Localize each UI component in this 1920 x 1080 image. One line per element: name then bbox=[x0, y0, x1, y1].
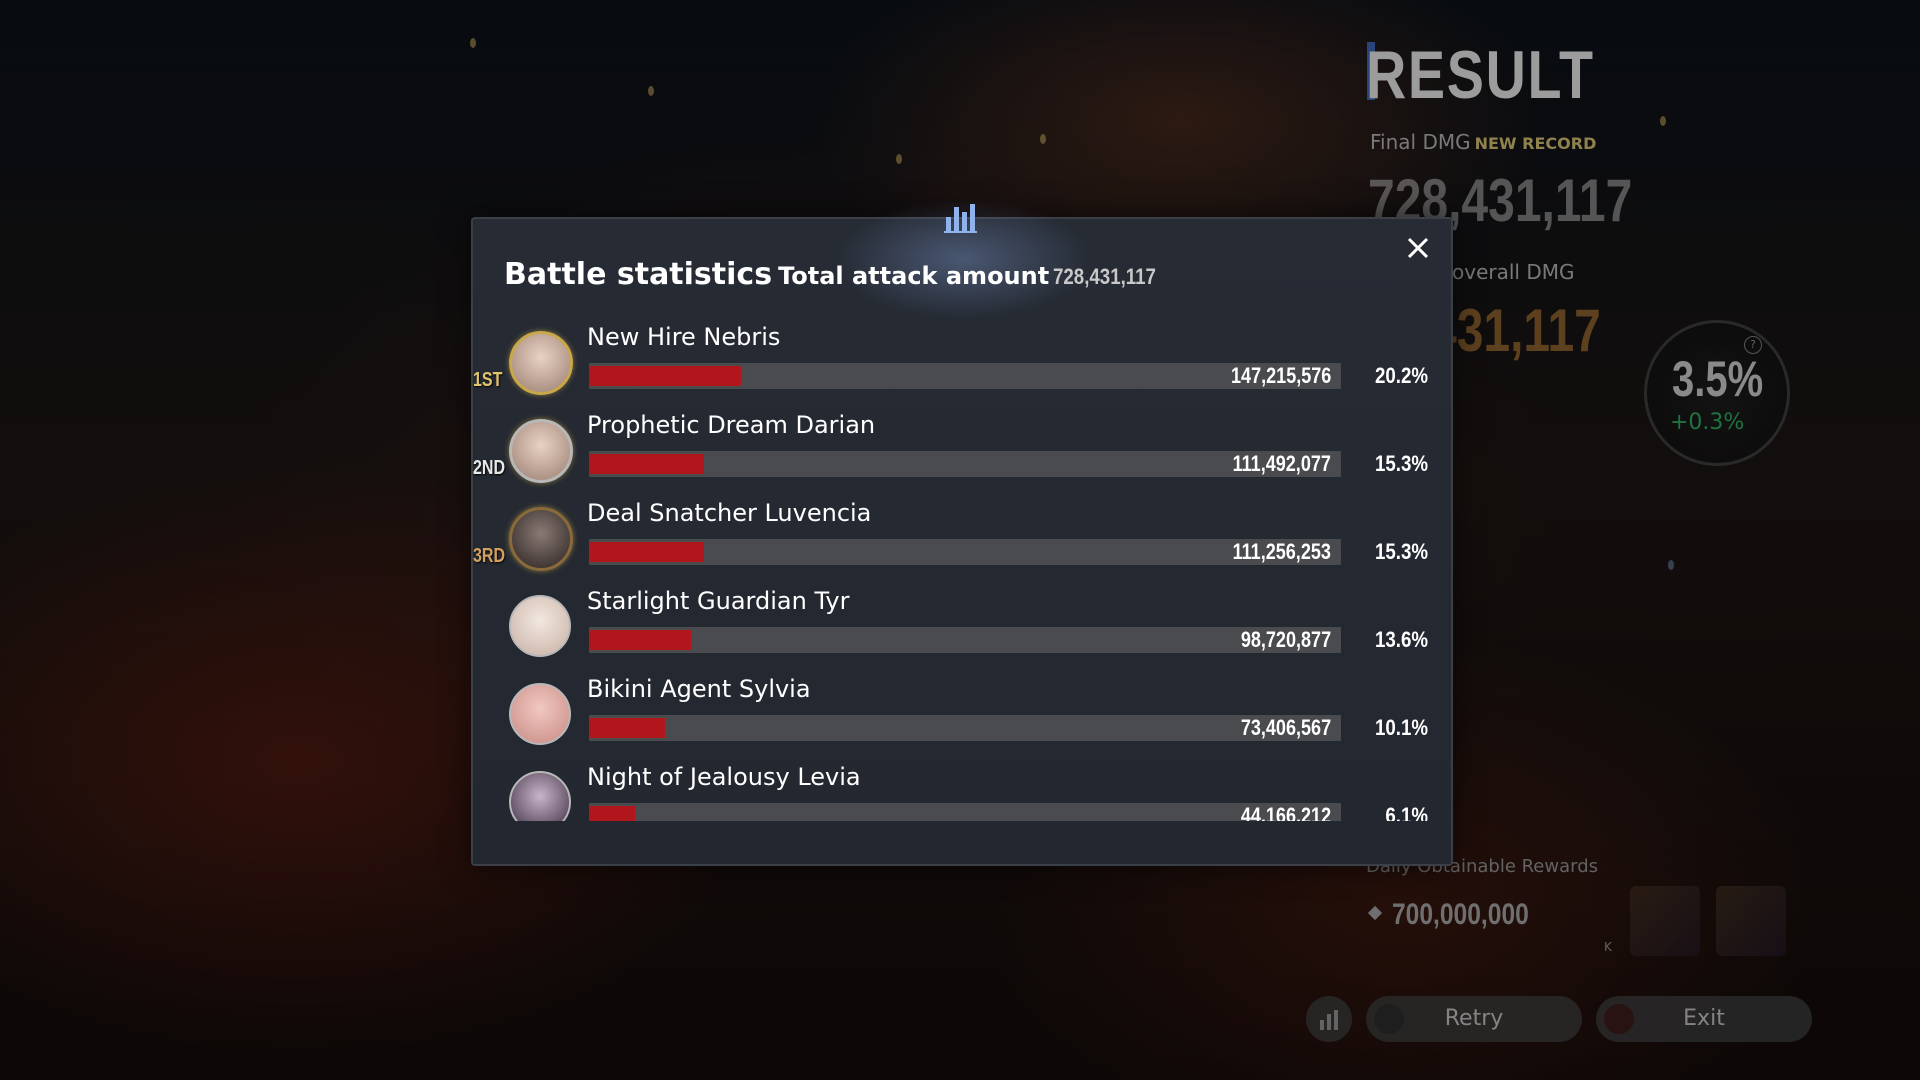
damage-bar: 73,406,567 bbox=[589, 715, 1341, 741]
damage-value: 147,215,576 bbox=[1230, 363, 1331, 388]
damage-bar-fill bbox=[589, 806, 635, 821]
damage-value: 111,492,077 bbox=[1232, 451, 1331, 476]
modal-total: 728,431,117 bbox=[1053, 264, 1157, 289]
damage-row[interactable]: 2ND Prophetic Dream Darian 111,492,077 1… bbox=[473, 411, 1451, 499]
damage-value: 44,166,212 bbox=[1240, 803, 1331, 821]
damage-percent: 10.1% bbox=[1374, 715, 1428, 740]
unit-name: New Hire Nebris bbox=[587, 323, 781, 351]
rank-badge: 3RD bbox=[473, 545, 506, 567]
unit-name: Prophetic Dream Darian bbox=[587, 411, 876, 439]
modal-title: Battle statistics Total attack amount 728,… bbox=[504, 257, 1174, 292]
avatar bbox=[509, 683, 571, 745]
rank-badge: 1ST bbox=[473, 369, 503, 391]
damage-bar-fill bbox=[589, 366, 741, 386]
damage-percent: 15.3% bbox=[1374, 451, 1428, 476]
damage-percent: 13.6% bbox=[1374, 627, 1428, 652]
bar-chart-icon bbox=[944, 204, 977, 233]
damage-value: 111,256,253 bbox=[1232, 539, 1331, 564]
damage-bar: 111,256,253 bbox=[589, 539, 1341, 565]
damage-percent: 6.1% bbox=[1385, 803, 1428, 821]
avatar bbox=[509, 595, 571, 657]
damage-bar-fill bbox=[589, 454, 705, 474]
modal-subtitle: Total attack amount bbox=[778, 262, 1050, 290]
damage-percent: 20.2% bbox=[1374, 363, 1428, 388]
damage-row[interactable]: Night of Jealousy Levia 44,166,212 6.1% bbox=[473, 763, 1451, 821]
damage-bar: 147,215,576 bbox=[589, 363, 1341, 389]
damage-row[interactable]: Bikini Agent Sylvia 73,406,567 10.1% bbox=[473, 675, 1451, 763]
damage-bar: 44,166,212 bbox=[589, 803, 1341, 821]
avatar bbox=[509, 419, 573, 483]
damage-bar-fill bbox=[589, 630, 692, 650]
unit-name: Starlight Guardian Tyr bbox=[587, 587, 850, 615]
avatar bbox=[509, 771, 571, 821]
damage-value: 73,406,567 bbox=[1240, 715, 1331, 740]
damage-row[interactable]: 3RD Deal Snatcher Luvencia 111,256,253 1… bbox=[473, 499, 1451, 587]
damage-list[interactable]: 1ST New Hire Nebris 147,215,576 20.2% 2N… bbox=[473, 323, 1451, 821]
modal-title-text: Battle statistics bbox=[504, 257, 773, 292]
unit-name: Bikini Agent Sylvia bbox=[587, 675, 811, 703]
damage-bar: 111,492,077 bbox=[589, 451, 1341, 477]
damage-row[interactable]: Starlight Guardian Tyr 98,720,877 13.6% bbox=[473, 587, 1451, 675]
damage-bar: 98,720,877 bbox=[589, 627, 1341, 653]
unit-name: Night of Jealousy Levia bbox=[587, 763, 861, 791]
avatar bbox=[509, 331, 573, 395]
damage-bar-fill bbox=[589, 542, 705, 562]
avatar bbox=[509, 507, 573, 571]
damage-value: 98,720,877 bbox=[1240, 627, 1331, 652]
damage-bar-fill bbox=[589, 718, 665, 738]
unit-name: Deal Snatcher Luvencia bbox=[587, 499, 872, 527]
damage-row[interactable]: 1ST New Hire Nebris 147,215,576 20.2% bbox=[473, 323, 1451, 411]
damage-percent: 15.3% bbox=[1374, 539, 1428, 564]
close-icon[interactable] bbox=[1403, 233, 1433, 263]
rank-badge: 2ND bbox=[473, 457, 506, 479]
battle-statistics-modal: Battle statistics Total attack amount 728,… bbox=[471, 199, 1453, 866]
